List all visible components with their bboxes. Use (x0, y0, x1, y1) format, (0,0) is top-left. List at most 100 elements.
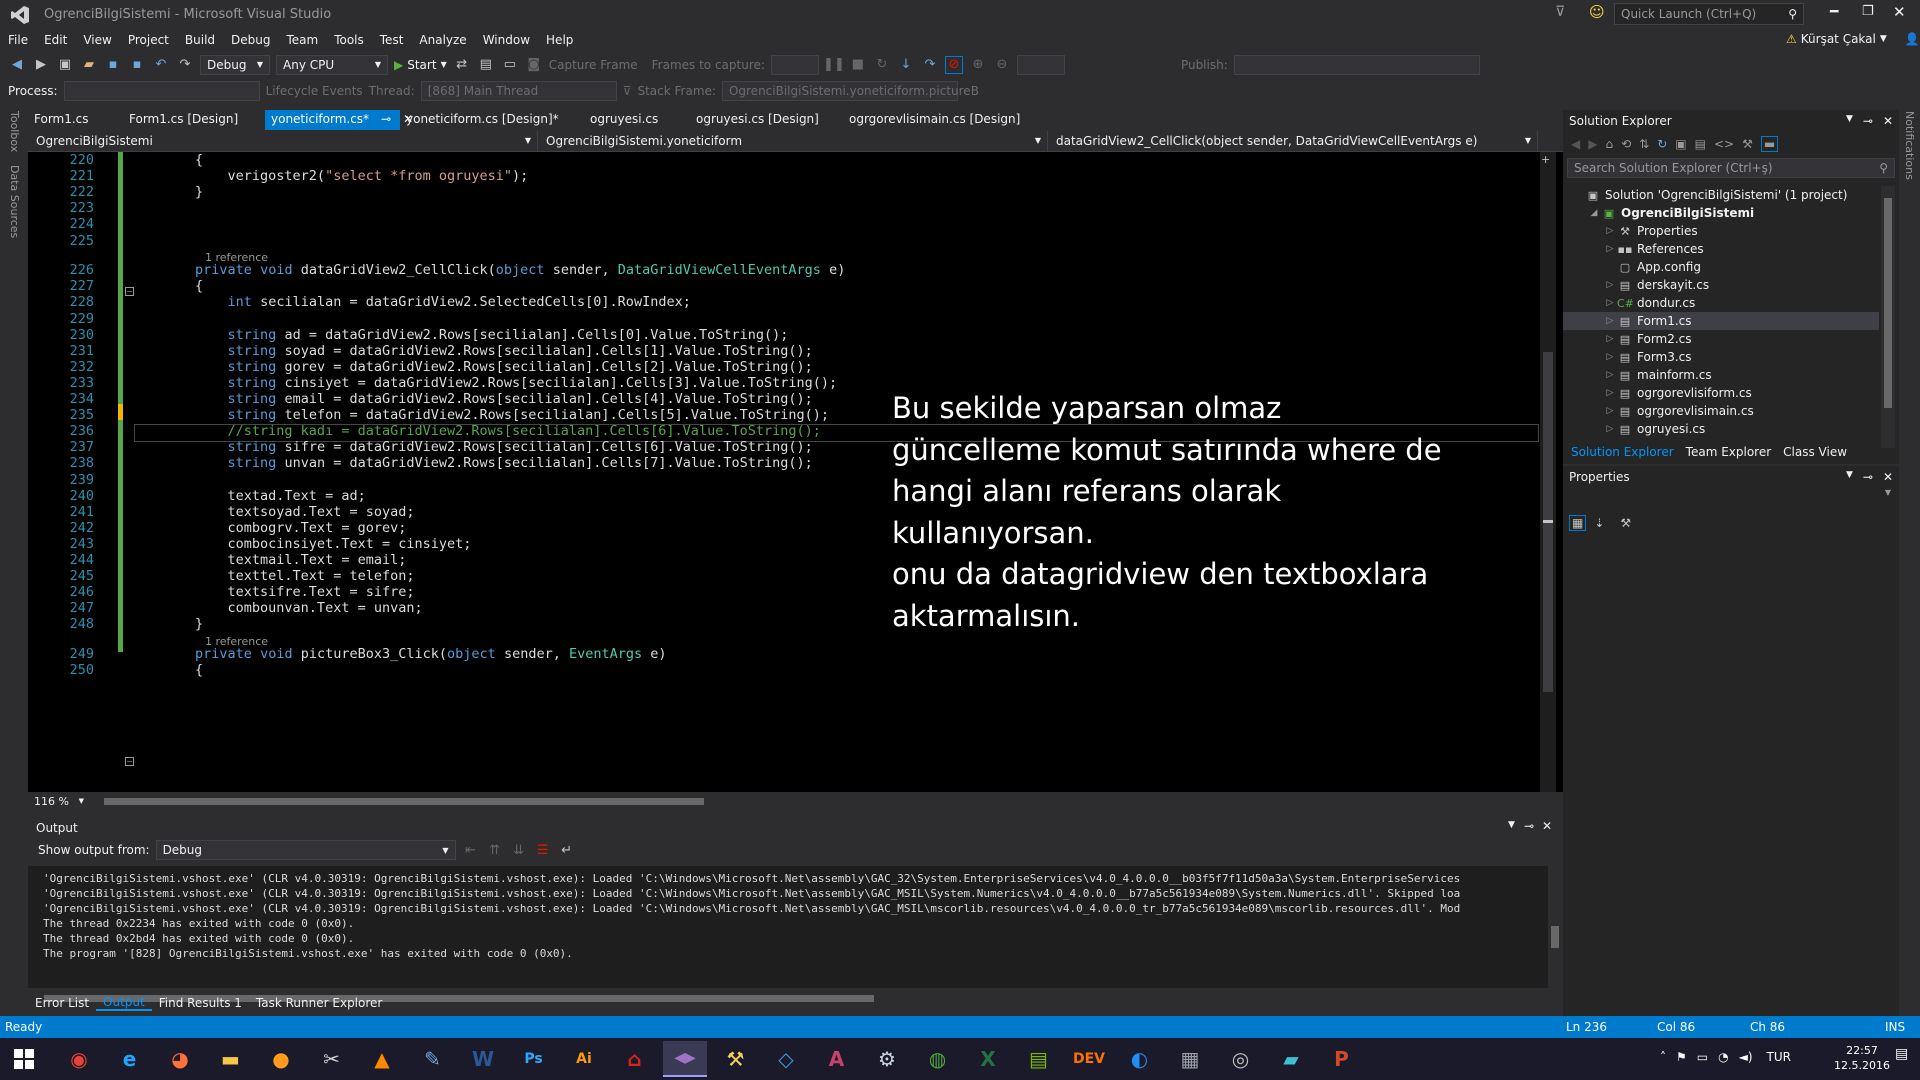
powerpoint-icon[interactable]: P (1320, 1041, 1364, 1077)
vlc-icon[interactable]: ▲ (360, 1041, 404, 1077)
menu-view[interactable]: View (75, 33, 119, 47)
lifecycle-events-button[interactable]: Lifecycle Events (266, 84, 363, 98)
forward-icon[interactable]: ▶ (32, 56, 50, 74)
tab-form1-cs[interactable]: Form1.cs (28, 110, 123, 130)
scroll-thumb[interactable] (104, 798, 704, 805)
code-line[interactable]: string soyad = dataGridView2.Rows[secili… (130, 343, 813, 359)
code-line[interactable]: string ad = dataGridView2.Rows[seciliala… (130, 327, 789, 343)
solution-tree-item[interactable]: ▷ ▤ Form3.cs (1563, 348, 1879, 366)
globe-icon[interactable]: ◍ (916, 1041, 960, 1077)
property-pages-icon[interactable]: ⚒ (1620, 516, 1631, 530)
collapsed-triangle-icon[interactable]: ▷ (1603, 298, 1617, 308)
member-dropdown[interactable]: dataGridView2_CellClick(object sender, D… (1048, 130, 1538, 151)
chevron-down-icon[interactable]: ▼ (1508, 820, 1515, 830)
file-explorer-icon[interactable]: ▬ (209, 1041, 253, 1077)
close-icon[interactable]: ✕ (1883, 470, 1893, 484)
filter-icon[interactable]: ⊽ (1555, 4, 1565, 20)
code-line[interactable]: combogrv.Text = gorev; (130, 520, 407, 536)
view-code-icon[interactable]: <> (1714, 137, 1734, 151)
code-line[interactable]: combounvan.Text = unvan; (130, 600, 423, 616)
photoshop-icon[interactable]: Ps (512, 1041, 556, 1077)
start-button[interactable]: ▶ Start ▼ (394, 58, 447, 72)
media-player-icon[interactable]: ◐ (1118, 1041, 1162, 1077)
menu-tools[interactable]: Tools (326, 33, 372, 47)
code-line[interactable]: { (130, 662, 203, 678)
project-dropdown[interactable]: OgrenciBilgiSistemi ▼ (28, 130, 538, 151)
collapsed-triangle-icon[interactable]: ▷ (1603, 226, 1617, 236)
previous-message-icon[interactable]: ⇈ (486, 841, 504, 859)
keyboard-language[interactable]: TUR (1767, 1050, 1791, 1064)
restore-button[interactable]: ❐ (1862, 4, 1874, 19)
tab-solution-explorer[interactable]: Solution Explorer (1567, 445, 1678, 459)
tab-class-view[interactable]: Class View (1779, 445, 1851, 459)
code-line[interactable]: string gorev = dataGridView2.Rows[secili… (130, 359, 813, 375)
breakpoint-toggle-icon[interactable]: ⊘ (944, 55, 963, 74)
tab-ogruyesi-design[interactable]: ogruyesi.cs [Design] (690, 110, 843, 130)
step-into-icon[interactable]: ↓ (897, 56, 915, 74)
tab-yoneticiform-design[interactable]: yoneticiform.cs [Design]* (400, 110, 584, 130)
publish-select[interactable] (1233, 54, 1480, 75)
menu-window[interactable]: Window (475, 33, 538, 47)
code-line[interactable]: { (130, 152, 203, 168)
pin-icon[interactable]: ⊸ (1863, 470, 1873, 484)
code-line[interactable]: } (130, 184, 203, 200)
code-line[interactable]: } (130, 616, 203, 632)
zoom-select[interactable]: 116 % ▼ (28, 793, 90, 809)
class-dropdown[interactable]: OgrenciBilgiSistemi.yoneticiform ▼ (538, 130, 1048, 151)
access-icon[interactable]: A (815, 1041, 859, 1077)
process-select[interactable] (63, 80, 260, 101)
categorized-icon[interactable]: ▦ (1569, 515, 1587, 531)
forward-icon[interactable]: ▶ (1588, 137, 1597, 151)
zoom-out-icon[interactable]: ⊖ (993, 56, 1011, 74)
network-icon[interactable]: ◔ (1718, 1050, 1728, 1064)
action-center-icon[interactable]: ▤ (1895, 1046, 1908, 1062)
window-layout-icon[interactable]: ▭ (501, 56, 519, 74)
scroll-thumb[interactable] (1884, 198, 1892, 408)
chevron-down-icon[interactable]: ▼ (1846, 470, 1853, 484)
visual-studio-icon[interactable]: ◀▶ (663, 1041, 707, 1077)
code-line[interactable]: textsifre.Text = sifre; (130, 584, 415, 600)
quick-launch-input[interactable]: Quick Launch (Ctrl+Q) ⚲ (1614, 3, 1804, 25)
code-line[interactable]: string unvan = dataGridView2.Rows[secili… (130, 455, 813, 471)
notifications-tab[interactable]: Notifications (1903, 111, 1916, 180)
filter-icon[interactable]: ⊽ (623, 84, 632, 98)
firefox-icon[interactable]: ◕ (158, 1041, 202, 1077)
close-button[interactable]: ✕ (1893, 3, 1906, 21)
code-line[interactable]: string cinsiyet = dataGridView2.Rows[sec… (130, 375, 838, 391)
code-line[interactable]: { (130, 278, 203, 294)
menu-build[interactable]: Build (177, 33, 223, 47)
tab-ogruyesi-cs[interactable]: ogruyesi.cs (584, 110, 690, 130)
flag-icon[interactable]: ⚑ (1676, 1050, 1687, 1064)
code-line[interactable]: texttel.Text = telefon; (130, 568, 415, 584)
illustrator-icon[interactable]: Ai (562, 1041, 606, 1077)
solution-search-input[interactable]: Search Solution Explorer (Ctrl+ş) ⚲ (1567, 158, 1895, 178)
menu-help[interactable]: Help (538, 33, 581, 47)
solution-tree-item[interactable]: ▷ ▤ ogruyesi.cs (1563, 420, 1879, 438)
solution-tree-item[interactable]: ▷ ⚒ Properties (1563, 222, 1879, 240)
internet-explorer-icon[interactable]: e (108, 1041, 152, 1077)
pin-icon[interactable]: ⊸ (1524, 819, 1534, 833)
code-line[interactable]: private void pictureBox3_Click(object se… (130, 646, 666, 662)
devexpress-icon[interactable]: DEV (1067, 1041, 1111, 1077)
properties-object-select[interactable]: ▼ (1563, 488, 1899, 510)
browser-link-icon[interactable]: ⇄ (453, 56, 471, 74)
pin-icon[interactable]: ⊸ (1863, 114, 1873, 128)
tab-error-list[interactable]: Error List (28, 996, 96, 1010)
collapse-all-icon[interactable]: ▣ (1675, 137, 1686, 151)
split-editor-icon[interactable]: + (1541, 153, 1550, 166)
go-to-location-icon[interactable]: ⇤ (462, 841, 480, 859)
word-icon[interactable]: W (461, 1041, 505, 1077)
tab-task-runner-explorer[interactable]: Task Runner Explorer (249, 996, 389, 1010)
windows-start-icon[interactable] (2, 1041, 46, 1077)
home-icon[interactable]: ⌂ (1605, 137, 1613, 151)
menu-test[interactable]: Test (372, 33, 412, 47)
alphabetical-icon[interactable]: ⇣ (1594, 516, 1604, 530)
code-line[interactable]: string sifre = dataGridView2.Rows[secili… (130, 439, 813, 455)
solution-tree-item[interactable]: ▷ ▤ derskayit.cs (1563, 276, 1879, 294)
toolbox-tab[interactable]: Toolbox (8, 111, 21, 152)
photo-app-icon[interactable]: ● (259, 1041, 303, 1077)
code-line[interactable]: textsoyad.Text = soyad; (130, 504, 415, 520)
menu-project[interactable]: Project (120, 33, 177, 47)
next-message-icon[interactable]: ⇊ (510, 841, 528, 859)
camera-icon[interactable]: ◙ (525, 56, 543, 74)
